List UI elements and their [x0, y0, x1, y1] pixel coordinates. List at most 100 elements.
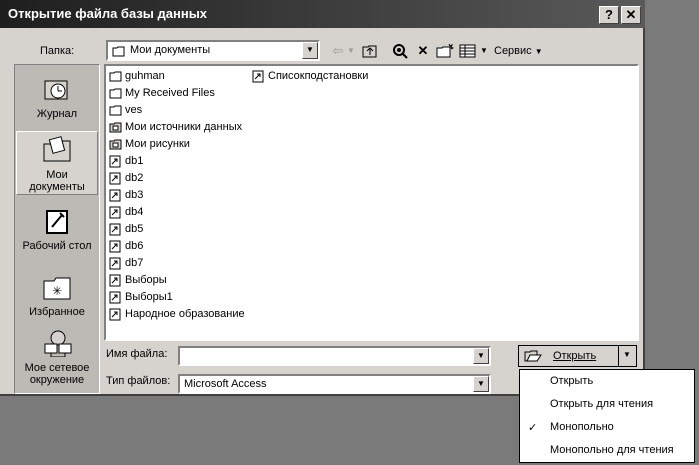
folder-label: Папка:: [40, 45, 75, 57]
place-desktop[interactable]: Рабочий стол: [16, 207, 98, 252]
tools-dropdown-icon: ▼: [534, 47, 543, 56]
place-label: Мое сетевое окружение: [24, 362, 90, 386]
database-shortcut-icon: [109, 172, 122, 185]
file-name: Выборы: [125, 274, 167, 286]
search-web-icon[interactable]: [390, 42, 410, 60]
file-item[interactable]: db2: [109, 170, 143, 187]
file-name: Народное образование: [125, 308, 245, 320]
dialog-title: Открытие файла базы данных: [8, 6, 208, 21]
up-folder-icon[interactable]: [360, 42, 380, 60]
filename-input[interactable]: ▼: [178, 346, 491, 366]
file-item[interactable]: db3: [109, 187, 143, 204]
network-icon: [44, 330, 72, 358]
back-dropdown-icon[interactable]: ▼: [346, 42, 356, 60]
favorites-icon: ✳: [43, 277, 71, 300]
folder-icon: [109, 70, 122, 82]
place-network[interactable]: Мое сетевое окружение: [16, 329, 98, 386]
file-item[interactable]: guhman: [109, 68, 165, 85]
database-shortcut-icon: [109, 223, 122, 236]
file-item[interactable]: Народное образование: [109, 306, 245, 323]
place-label: Журнал: [36, 108, 78, 120]
help-button[interactable]: ?: [599, 6, 619, 24]
tools-menu-label: Сервис: [494, 45, 532, 57]
folder-icon: [109, 138, 122, 150]
file-item[interactable]: db5: [109, 221, 143, 238]
file-list[interactable]: guhman My Received Files ves Мои источники …: [104, 64, 639, 341]
close-button[interactable]: ✕: [621, 6, 641, 24]
database-shortcut-icon: [252, 70, 265, 83]
file-item[interactable]: Выборы: [109, 272, 167, 289]
split-divider: [618, 345, 619, 367]
database-shortcut-icon: [109, 206, 122, 219]
place-label: Рабочий стол: [22, 240, 92, 252]
file-name: db5: [125, 223, 144, 235]
file-name: Списокподстановки: [268, 70, 369, 82]
views-dropdown-icon[interactable]: ▼: [479, 42, 489, 60]
folder-icon: [112, 46, 125, 57]
place-my-documents[interactable]: Мои документы: [16, 131, 98, 195]
chevron-down-icon[interactable]: ▼: [302, 42, 318, 59]
file-item[interactable]: Выборы1: [109, 289, 173, 306]
views-icon[interactable]: [458, 42, 478, 60]
file-item[interactable]: db7: [109, 255, 143, 272]
file-name: db1: [125, 155, 144, 167]
chevron-down-icon[interactable]: ▼: [473, 348, 489, 364]
folder-select[interactable]: Мои документы ▼: [106, 40, 320, 61]
place-history[interactable]: Журнал: [16, 75, 98, 120]
file-item[interactable]: Мои источники данных: [109, 119, 242, 136]
folder-value: Мои документы: [130, 44, 211, 56]
file-name: db7: [125, 257, 144, 269]
open-button[interactable]: Открыть ▼: [518, 345, 637, 367]
chevron-down-icon[interactable]: ▼: [473, 376, 489, 392]
file-name: ves: [125, 104, 143, 116]
open-button-label: Открыть: [553, 350, 597, 362]
place-favorites[interactable]: ✳ Избранное: [16, 273, 98, 318]
file-name: guhman: [125, 70, 165, 82]
file-name: Выборы1: [125, 291, 173, 303]
database-shortcut-icon: [109, 291, 122, 304]
database-shortcut-icon: [109, 240, 122, 253]
filetype-select[interactable]: Microsoft Access ▼: [178, 374, 491, 394]
svg-text:✳: ✳: [52, 284, 62, 298]
open-options-dropdown-icon[interactable]: ▼: [623, 350, 631, 359]
title-bar[interactable]: Открытие файла базы данных ? ✕: [0, 0, 645, 28]
database-shortcut-icon: [109, 274, 122, 287]
place-label: Мои документы: [29, 169, 85, 193]
file-name: Мои рисунки: [125, 138, 190, 150]
database-shortcut-icon: [109, 155, 122, 168]
file-item[interactable]: Мои рисунки: [109, 136, 190, 153]
places-bar: Журнал Мои документы Рабочий стол ✳ Избр…: [14, 64, 100, 394]
open-menu-item[interactable]: Открыть для чтения: [550, 398, 653, 410]
filetype-value: Microsoft Access: [184, 378, 267, 390]
open-database-dialog: Открытие файла базы данных ? ✕ Папка: Мо…: [0, 0, 645, 396]
tools-menu[interactable]: Сервис ▼: [494, 45, 543, 57]
new-folder-icon[interactable]: [435, 42, 455, 60]
file-item[interactable]: db6: [109, 238, 143, 255]
file-item[interactable]: db4: [109, 204, 143, 221]
database-shortcut-icon: [109, 189, 122, 202]
checkmark-icon: ✓: [528, 422, 538, 434]
file-name: db4: [125, 206, 144, 218]
folder-icon: [109, 104, 122, 116]
place-label: Избранное: [29, 306, 85, 318]
open-menu-item[interactable]: Монопольно для чтения: [550, 444, 674, 456]
database-shortcut-icon: [109, 308, 122, 321]
file-name: db3: [125, 189, 144, 201]
filetype-label: Тип файлов:: [106, 375, 171, 387]
open-options-menu: Открыть Открыть для чтения Монопольно ✓ Моно…: [519, 369, 695, 463]
file-item[interactable]: ves: [109, 102, 142, 119]
folder-icon: [109, 87, 122, 99]
open-menu-item[interactable]: Монопольно: [550, 421, 614, 433]
back-arrow-icon[interactable]: ⇦: [328, 42, 348, 60]
open-menu-item[interactable]: Открыть: [550, 375, 593, 387]
file-item[interactable]: My Received Files: [109, 85, 215, 102]
delete-icon[interactable]: ✕: [413, 42, 433, 60]
history-icon: [44, 80, 68, 100]
file-item[interactable]: Списокподстановки: [252, 68, 368, 85]
file-name: db2: [125, 172, 144, 184]
file-name: My Received Files: [125, 87, 215, 99]
my-documents-icon: [43, 136, 71, 162]
filename-label: Имя файла:: [106, 348, 168, 360]
file-item[interactable]: db1: [109, 153, 143, 170]
database-shortcut-icon: [109, 257, 122, 270]
